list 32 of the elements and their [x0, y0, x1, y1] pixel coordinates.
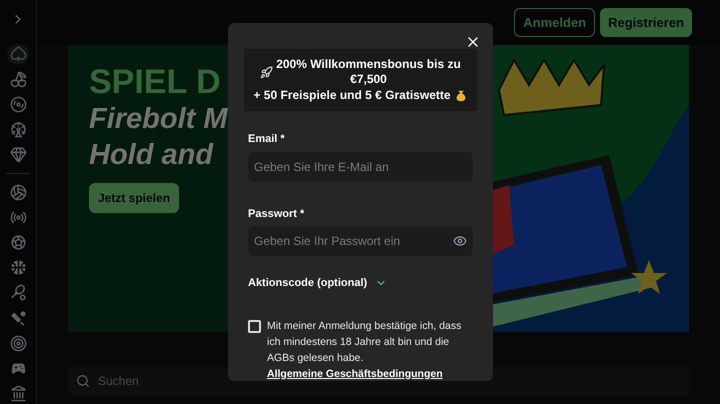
consent-checkbox[interactable] [248, 320, 261, 332]
category-icon [10, 234, 26, 251]
category-icon [10, 146, 26, 164]
category-icon [10, 121, 26, 138]
field-label: Email * [248, 132, 286, 147]
bonus-text: + 50 Freispiele und 5 € Gratiswette [253, 88, 451, 103]
register-button[interactable]: Registrieren [600, 8, 692, 37]
play-now-button[interactable]: Jetzt spielen [89, 183, 180, 213]
category-icon [10, 70, 26, 88]
field-label: Passwort * [248, 206, 306, 222]
banner-subtitle: Firebolt M [89, 102, 228, 137]
login-button[interactable]: Anmelden [514, 8, 596, 37]
banner-subtitle: Hold and [89, 138, 214, 173]
category-icon [10, 45, 26, 62]
category-icon [10, 284, 26, 302]
money-bag-icon [454, 88, 468, 102]
category-icon [10, 334, 26, 352]
sidebar-item[interactable] [7, 44, 29, 64]
category-icon [10, 96, 26, 113]
category-icon [10, 385, 26, 402]
category-icon [10, 184, 26, 200]
banner-title: SPIEL D [89, 63, 221, 101]
category-icon [10, 310, 26, 327]
email-field[interactable]: Geben Sie Ihre E-Mail an [248, 152, 473, 182]
show-password-icon[interactable] [453, 234, 467, 248]
category-icon [10, 259, 26, 276]
promo-code-toggle[interactable]: Aktionscode (optional) [248, 275, 388, 292]
rocket-icon [260, 66, 272, 78]
search-icon [76, 374, 90, 388]
bonus-text: 200% Willkommensbonus bis zu €7,500 [276, 57, 462, 87]
password-field[interactable]: Geben Sie Ihr Passwort ein [248, 226, 473, 256]
terms-link[interactable]: Allgemeine Geschäftsbedingungen [267, 368, 443, 380]
